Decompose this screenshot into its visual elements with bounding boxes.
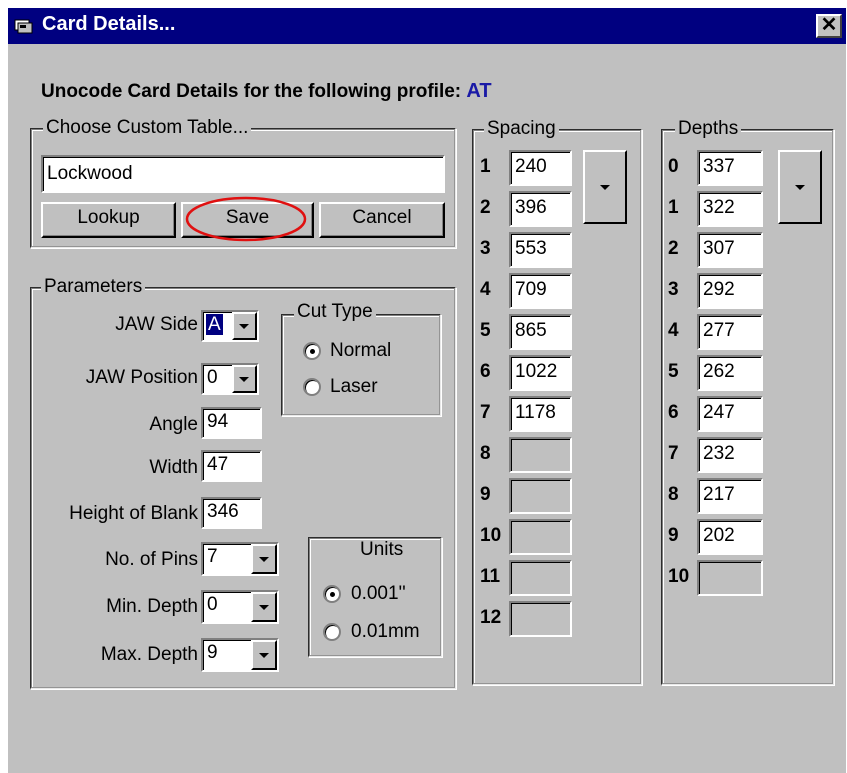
units-legend: Units — [357, 540, 407, 560]
spacing-legend: Spacing — [484, 119, 559, 139]
jaw-side-label: JAW Side — [115, 314, 198, 335]
profile-heading: Unocode Card Details for the following p… — [41, 80, 492, 103]
spacing-row-number: 5 — [480, 320, 491, 341]
custom-table-legend: Choose Custom Table... — [43, 118, 252, 138]
chevron-down-icon — [600, 185, 610, 190]
depths-row-number: 10 — [668, 566, 690, 587]
depths-row-number: 5 — [668, 361, 679, 382]
cut-type-normal-label[interactable]: Normal — [330, 338, 391, 364]
spacing-row-number: 10 — [480, 525, 502, 546]
spacing-dropdown-button[interactable] — [583, 150, 627, 224]
depths-row-number: 1 — [668, 197, 679, 218]
depths-row-number: 9 — [668, 525, 679, 546]
units-mm-radio[interactable] — [323, 623, 341, 641]
close-button[interactable]: ✕ — [816, 14, 842, 38]
spacing-value-input[interactable]: 553 — [509, 232, 572, 268]
depths-row-number: 6 — [668, 402, 679, 423]
save-highlight-circle — [185, 196, 307, 242]
close-icon: ✕ — [820, 14, 838, 36]
profile-name: AT — [466, 80, 492, 102]
spacing-value-input[interactable] — [509, 519, 572, 555]
spacing-value-input[interactable]: 396 — [509, 191, 572, 227]
spacing-row-number: 9 — [480, 484, 491, 505]
spacing-value-input[interactable]: 240 — [509, 150, 572, 186]
spacing-row-number: 2 — [480, 197, 491, 218]
units-mm-label[interactable]: 0.01mm — [351, 619, 420, 645]
card-icon — [14, 16, 36, 36]
window-title: Card Details... — [42, 13, 176, 35]
spacing-row-number: 7 — [480, 402, 491, 423]
depths-value-input[interactable]: 262 — [697, 355, 763, 391]
jaw-position-dropdown-button[interactable] — [232, 365, 257, 393]
spacing-value-input[interactable]: 709 — [509, 273, 572, 309]
height-of-blank-label: Height of Blank — [69, 503, 198, 524]
min-depth-label: Min. Depth — [106, 596, 198, 617]
depths-row-number: 4 — [668, 320, 679, 341]
spacing-row-number: 11 — [480, 566, 501, 587]
spacing-value-input[interactable] — [509, 437, 572, 473]
height-of-blank-input[interactable]: 346 — [201, 497, 262, 529]
spacing-value-input[interactable]: 865 — [509, 314, 572, 350]
cut-type-laser-radio[interactable] — [303, 378, 321, 396]
lookup-button[interactable]: Lookup — [41, 202, 176, 238]
angle-label: Angle — [149, 414, 198, 435]
depths-legend: Depths — [675, 119, 742, 139]
spacing-row-number: 12 — [480, 607, 502, 628]
spacing-value-input[interactable]: 1022 — [509, 355, 572, 391]
chevron-down-icon — [239, 377, 249, 382]
depths-value-input[interactable]: 337 — [697, 150, 763, 186]
width-label: Width — [149, 457, 198, 478]
spacing-row-number: 8 — [480, 443, 491, 464]
jaw-side-value: A — [206, 314, 223, 335]
chevron-down-icon — [259, 605, 269, 610]
units-inch-radio[interactable] — [323, 585, 341, 603]
chevron-down-icon — [795, 185, 805, 190]
parameters-legend: Parameters — [41, 277, 146, 297]
spacing-row-number: 6 — [480, 361, 491, 382]
cut-type-normal-radio[interactable] — [303, 342, 321, 360]
chevron-down-icon — [239, 324, 249, 329]
jaw-position-label: JAW Position — [85, 367, 198, 388]
cut-type-legend: Cut Type — [294, 302, 376, 322]
spacing-row-number: 4 — [480, 279, 491, 300]
chevron-down-icon — [259, 557, 269, 562]
depths-value-input[interactable] — [697, 560, 763, 596]
angle-input[interactable]: 94 — [201, 407, 262, 439]
chevron-down-icon — [259, 653, 269, 658]
depths-value-input[interactable]: 292 — [697, 273, 763, 309]
depths-value-input[interactable]: 277 — [697, 314, 763, 350]
spacing-row-number: 1 — [480, 156, 491, 177]
depths-row-number: 0 — [668, 156, 679, 177]
spacing-value-input[interactable]: 1178 — [509, 396, 572, 432]
custom-table-input[interactable]: Lockwood — [41, 155, 445, 193]
width-input[interactable]: 47 — [201, 450, 262, 482]
pins-label: No. of Pins — [105, 549, 198, 570]
cut-type-laser-label[interactable]: Laser — [330, 374, 378, 400]
max-depth-label: Max. Depth — [100, 644, 198, 665]
depths-row-number: 8 — [668, 484, 679, 505]
spacing-value-input[interactable] — [509, 560, 572, 596]
depths-value-input[interactable]: 232 — [697, 437, 763, 473]
depths-value-input[interactable]: 202 — [697, 519, 763, 555]
min-depth-dropdown-button[interactable] — [251, 592, 277, 622]
depths-row-number: 7 — [668, 443, 679, 464]
units-inch-label[interactable]: 0.001'' — [351, 581, 406, 607]
depths-value-input[interactable]: 247 — [697, 396, 763, 432]
depths-value-input[interactable]: 322 — [697, 191, 763, 227]
spacing-row-number: 3 — [480, 238, 491, 259]
spacing-value-input[interactable] — [509, 478, 572, 514]
jaw-side-dropdown-button[interactable] — [232, 312, 257, 340]
depths-row-number: 3 — [668, 279, 679, 300]
depths-dropdown-button[interactable] — [778, 150, 822, 224]
spacing-value-input[interactable] — [509, 601, 572, 637]
depths-row-number: 2 — [668, 238, 679, 259]
cancel-button[interactable]: Cancel — [319, 202, 445, 238]
heading-text: Unocode Card Details for the following p… — [41, 81, 462, 102]
depths-value-input[interactable]: 307 — [697, 232, 763, 268]
depths-value-input[interactable]: 217 — [697, 478, 763, 514]
cut-type-group — [281, 314, 441, 416]
pins-dropdown-button[interactable] — [251, 544, 277, 574]
max-depth-dropdown-button[interactable] — [251, 640, 277, 670]
